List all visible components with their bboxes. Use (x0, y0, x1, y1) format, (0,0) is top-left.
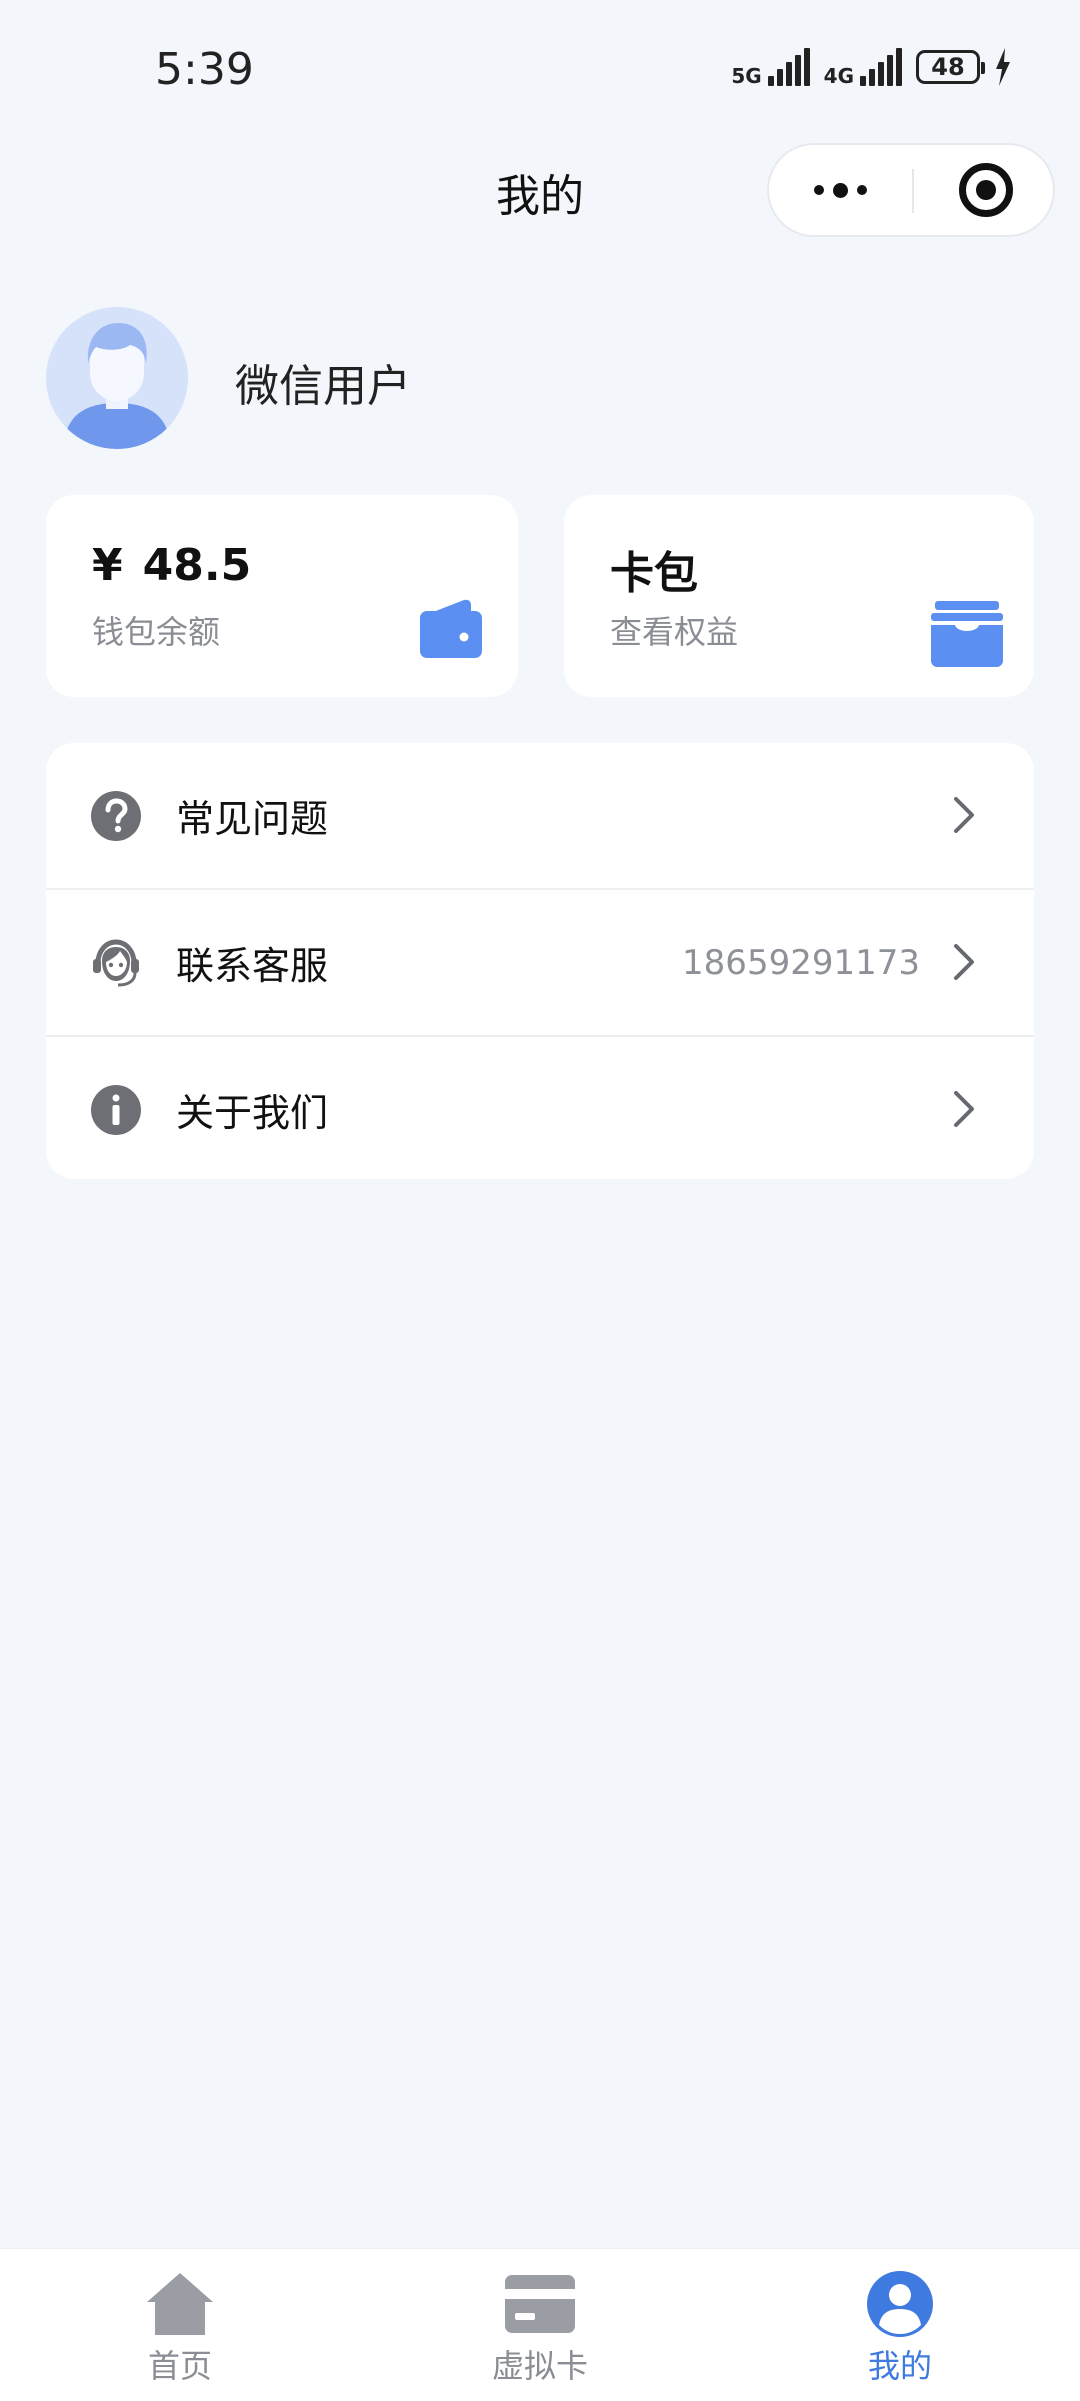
settings-menu: 常见问题 联系客服 18659291173 关于我们 (46, 743, 1034, 1179)
default-avatar-icon (64, 323, 170, 449)
wallet-subtitle: 钱包余额 (92, 613, 221, 651)
capsule-divider (912, 169, 914, 213)
signal-bars-icon (767, 48, 810, 86)
menu-item-label: 常见问题 (176, 797, 329, 841)
card-pack-icon (931, 601, 1003, 667)
signal-bars-icon (860, 48, 902, 86)
wallet-balance-card[interactable]: ¥48.5 钱包余额 (46, 495, 518, 697)
menu-item-about[interactable]: 关于我们 (46, 1035, 1034, 1179)
status-time: 5:39 (155, 44, 254, 95)
avatar[interactable] (46, 307, 188, 449)
menu-item-faq[interactable]: 常见问题 (46, 743, 1034, 888)
menu-item-label: 关于我们 (176, 1091, 329, 1135)
chevron-right-icon (954, 1091, 974, 1127)
customer-service-phone[interactable]: 18659291173 (682, 943, 920, 983)
signal-4g: 4G (824, 48, 902, 86)
wallet-icon (420, 599, 482, 658)
network-label-5g: 5G (731, 64, 762, 88)
tab-label: 首页 (147, 2347, 212, 2385)
wallet-amount: ¥48.5 (92, 540, 251, 591)
home-icon (147, 2273, 213, 2335)
charging-bolt-icon (996, 48, 1010, 86)
user-icon (867, 2271, 933, 2337)
battery-level: 48 (931, 53, 965, 81)
status-indicators: 5G 4G 48 (731, 48, 1012, 86)
card-pack-title: 卡包 (610, 548, 698, 599)
tab-label: 虚拟卡 (491, 2347, 588, 2385)
bottom-tab-bar: 首页 虚拟卡 我的 (0, 2248, 1080, 2401)
battery-icon: 48 (916, 50, 985, 84)
target-circle-icon[interactable] (959, 163, 1013, 217)
signal-5g: 5G (731, 48, 810, 88)
more-dots-icon[interactable] (769, 145, 912, 235)
card-pack-card[interactable]: 卡包 查看权益 (564, 495, 1034, 697)
mini-program-capsule (767, 143, 1055, 237)
status-bar: 5:39 5G 4G 48 (0, 0, 1080, 140)
question-circle-icon (91, 791, 141, 841)
tab-mine[interactable]: 我的 (780, 2249, 1020, 2401)
card-pack-subtitle: 查看权益 (610, 613, 739, 651)
menu-item-customer-service[interactable]: 联系客服 18659291173 (46, 888, 1034, 1035)
card-icon (505, 2275, 575, 2333)
network-label-4g: 4G (823, 64, 854, 88)
tab-virtual-card[interactable]: 虚拟卡 (420, 2249, 660, 2401)
tab-label: 我的 (867, 2347, 932, 2385)
currency-symbol: ¥ (92, 540, 123, 591)
info-circle-icon (91, 1085, 141, 1135)
chevron-right-icon (954, 797, 974, 833)
menu-item-label: 联系客服 (176, 944, 329, 988)
wallet-balance-value: 48.5 (142, 540, 252, 591)
customer-service-icon (93, 939, 139, 987)
chevron-right-icon (954, 944, 974, 980)
user-name[interactable]: 微信用户 (235, 350, 411, 414)
tab-home[interactable]: 首页 (60, 2249, 300, 2401)
